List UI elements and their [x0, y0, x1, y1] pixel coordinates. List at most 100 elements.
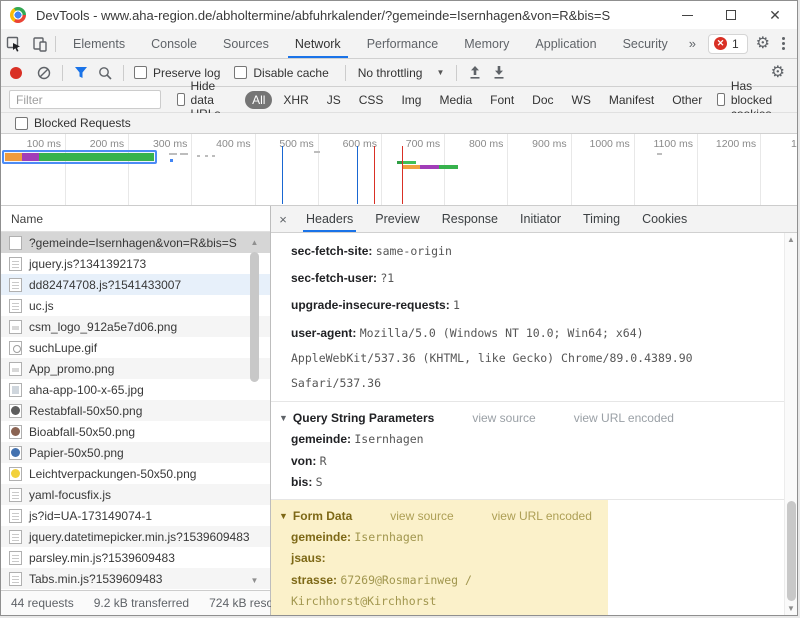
minimize-button[interactable] — [665, 1, 709, 29]
request-row[interactable]: Restabfall-50x50.png — [1, 400, 270, 421]
timeline-tick-label: 600 ms — [343, 138, 381, 150]
request-row[interactable]: aha-app-100-x-65.jpg — [1, 379, 270, 400]
request-row[interactable]: jquery.datetimepicker.min.js?1539609483 — [1, 526, 270, 547]
collapse-triangle-icon[interactable]: ▼ — [279, 407, 288, 429]
preserve-log-checkbox[interactable]: Preserve log — [134, 66, 220, 80]
search-icon[interactable] — [93, 63, 117, 83]
view-toggle-link[interactable]: view URL encoded — [574, 407, 674, 429]
request-row[interactable]: ?gemeinde=Isernhagen&von=R&bis=S — [1, 232, 270, 253]
throttling-dropdown[interactable]: No throttling ▼ — [352, 66, 451, 80]
param-row: strasse: 67269@Rosmarinweg / Kirchhorst@… — [271, 570, 608, 613]
details-tab-headers[interactable]: Headers — [295, 206, 364, 232]
blocked-requests-checkbox[interactable]: Blocked Requests — [15, 116, 131, 130]
request-row[interactable]: Tabs.min.js?1539609483 — [1, 568, 270, 589]
filter-chip-doc[interactable]: Doc — [525, 91, 560, 109]
filter-input[interactable] — [9, 90, 161, 109]
settings-gear-icon[interactable]: ⚙ — [748, 36, 778, 52]
inspect-element-icon[interactable] — [1, 33, 27, 55]
selected-request-bar[interactable] — [2, 150, 157, 164]
disable-cache-checkbox[interactable]: Disable cache — [234, 66, 328, 80]
request-row[interactable]: dd82474708.js?1541433007 — [1, 274, 270, 295]
request-name: App_promo.png — [29, 362, 114, 376]
details-tab-initiator[interactable]: Initiator — [509, 206, 572, 232]
request-name: suchLupe.gif — [29, 341, 97, 355]
tab-elements[interactable]: Elements — [60, 29, 138, 58]
request-timing-bar[interactable] — [397, 161, 416, 164]
request-row[interactable]: jquery.js?1341392173 — [1, 253, 270, 274]
network-overview-timeline[interactable]: 100 ms200 ms300 ms400 ms500 ms600 ms700 … — [1, 134, 797, 206]
device-toolbar-icon[interactable] — [27, 33, 53, 55]
request-row[interactable]: Papier-50x50.png — [1, 442, 270, 463]
filter-chip-xhr[interactable]: XHR — [276, 91, 315, 109]
scroll-down-icon[interactable]: ▼ — [248, 574, 261, 587]
filter-chip-media[interactable]: Media — [432, 91, 479, 109]
more-tabs-button[interactable]: » — [681, 36, 704, 51]
filter-chip-js[interactable]: JS — [320, 91, 348, 109]
request-row[interactable]: yaml-focusfix.js — [1, 484, 270, 505]
tab-performance[interactable]: Performance — [354, 29, 452, 58]
tab-memory[interactable]: Memory — [451, 29, 522, 58]
details-tab-cookies[interactable]: Cookies — [631, 206, 698, 232]
request-row[interactable]: csm_logo_912a5e7d06.png — [1, 316, 270, 337]
filter-chip-img[interactable]: Img — [394, 91, 428, 109]
circle-file-icon — [9, 404, 22, 418]
export-har-icon[interactable] — [487, 63, 511, 83]
scrollbar-thumb[interactable] — [787, 501, 796, 601]
request-row[interactable]: Bioabfall-50x50.png — [1, 421, 270, 442]
tab-application[interactable]: Application — [522, 29, 609, 58]
filter-chip-font[interactable]: Font — [483, 91, 521, 109]
tab-sources[interactable]: Sources — [210, 29, 282, 58]
timeline-tick-label: 500 ms — [279, 138, 317, 150]
maximize-button[interactable] — [709, 1, 753, 29]
name-column-label: Name — [11, 212, 43, 226]
filter-chip-other[interactable]: Other — [665, 91, 709, 109]
filter-chip-css[interactable]: CSS — [352, 91, 391, 109]
close-button[interactable]: ✕ — [753, 1, 797, 29]
view-toggle-link[interactable]: view source — [390, 505, 453, 527]
filter-chip-all[interactable]: All — [245, 91, 272, 109]
request-row[interactable]: Leichtverpackungen-50x50.png — [1, 463, 270, 484]
details-scrollbar[interactable]: ▲ ▼ — [784, 233, 797, 615]
view-toggle-link[interactable]: view source — [472, 407, 535, 429]
request-row[interactable]: suchLupe.gif — [1, 337, 270, 358]
timeline-gridline — [128, 134, 129, 205]
name-column-header[interactable]: Name — [1, 206, 270, 232]
param-value: S — [316, 475, 323, 489]
scroll-down-icon[interactable]: ▼ — [785, 602, 797, 615]
section-title-row: ▼Query String Parametersview sourceview … — [271, 407, 784, 429]
error-icon: ✕ — [714, 37, 727, 50]
img-gray-file-icon — [9, 362, 22, 376]
request-row[interactable]: js?id=UA-173149074-1 — [1, 505, 270, 526]
tab-console[interactable]: Console — [138, 29, 210, 58]
filter-chip-manifest[interactable]: Manifest — [602, 91, 661, 109]
scroll-up-icon[interactable]: ▲ — [248, 236, 261, 249]
clear-icon[interactable] — [32, 63, 56, 83]
request-timing-bar[interactable] — [403, 165, 458, 169]
kebab-menu-icon[interactable] — [778, 37, 797, 50]
record-button[interactable] — [10, 67, 22, 79]
filter-chip-ws[interactable]: WS — [565, 91, 598, 109]
scroll-up-icon[interactable]: ▲ — [785, 233, 797, 246]
tab-security[interactable]: Security — [610, 29, 681, 58]
requests-scrollbar[interactable]: ▲ ▼ — [248, 236, 261, 587]
view-toggle-link[interactable]: view URL encoded — [492, 505, 592, 527]
script-file-icon — [9, 572, 22, 586]
request-row[interactable]: App_promo.png — [1, 358, 270, 379]
import-har-icon[interactable] — [463, 63, 487, 83]
collapse-triangle-icon[interactable]: ▼ — [279, 505, 288, 527]
filter-funnel-icon[interactable] — [69, 63, 93, 83]
close-details-icon[interactable]: × — [271, 212, 295, 227]
tab-network[interactable]: Network — [282, 29, 354, 58]
request-row[interactable]: uc.js — [1, 295, 270, 316]
scrollbar-thumb[interactable] — [250, 252, 259, 382]
param-value: R — [320, 454, 327, 468]
details-tab-preview[interactable]: Preview — [364, 206, 430, 232]
details-tab-timing[interactable]: Timing — [572, 206, 631, 232]
summary-item: 44 requests — [1, 596, 84, 610]
details-tab-response[interactable]: Response — [431, 206, 509, 232]
page-event-line — [282, 146, 283, 204]
param-row: von: R — [271, 451, 784, 473]
request-row[interactable]: parsley.min.js?1539609483 — [1, 547, 270, 568]
timeline-tick-label: 900 ms — [532, 138, 570, 150]
error-badge[interactable]: ✕ 1 — [708, 34, 748, 54]
